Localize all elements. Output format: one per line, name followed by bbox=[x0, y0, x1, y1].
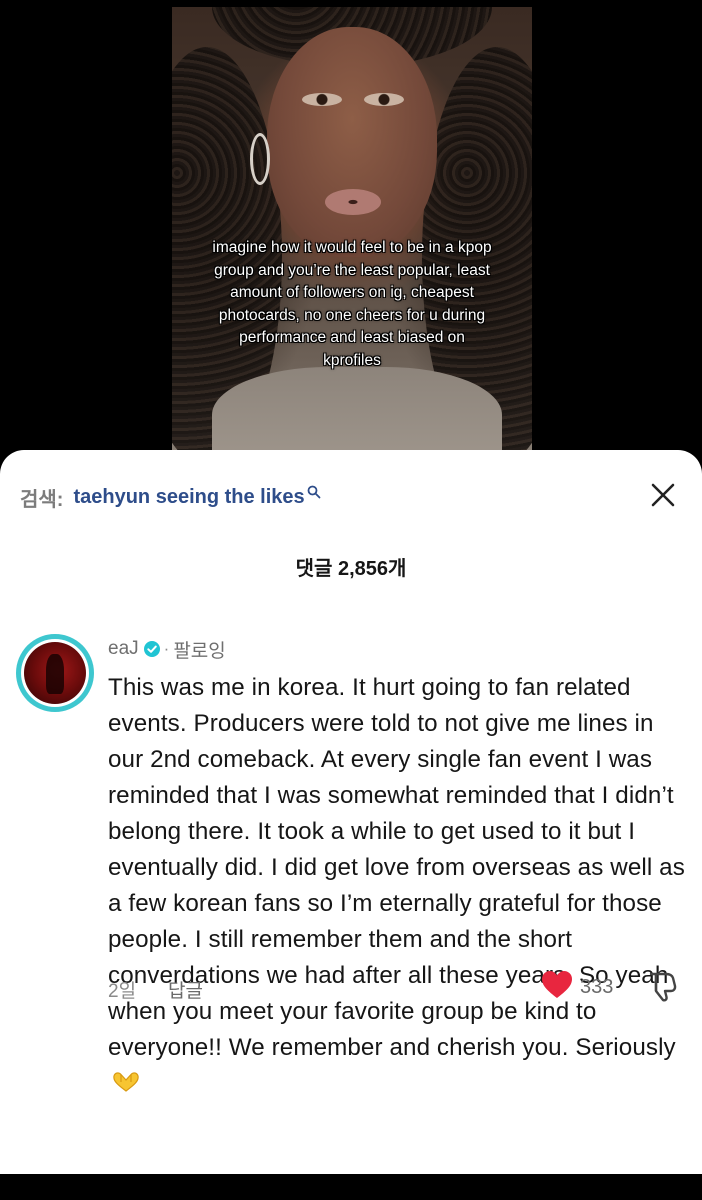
lips-shape bbox=[325, 189, 381, 215]
comment-actions: 2일 답글 333 bbox=[0, 966, 702, 1010]
search-icon bbox=[307, 485, 321, 499]
heart-icon[interactable] bbox=[540, 968, 574, 1002]
video-caption: imagine how it would feel to be in a kpo… bbox=[212, 239, 492, 369]
comment-body: eaJ · 팔로잉 This was me in korea. It hurt … bbox=[108, 634, 686, 1102]
avatar-image bbox=[24, 642, 86, 704]
shirt-shape bbox=[212, 367, 502, 454]
comment-count-title: 댓글 2,856개 bbox=[295, 558, 407, 580]
close-icon[interactable] bbox=[648, 480, 678, 510]
avatar-border bbox=[21, 639, 89, 707]
comment-text: This was me in korea. It hurt going to f… bbox=[108, 670, 686, 1102]
author-row: eaJ · 팔로잉 bbox=[108, 636, 686, 662]
eye-shape bbox=[364, 93, 404, 106]
comment-time: 2일 bbox=[108, 981, 137, 1002]
video-player[interactable]: imagine how it would feel to be in a kpo… bbox=[172, 7, 532, 454]
earring-shape bbox=[250, 133, 270, 185]
screen: imagine how it would feel to be in a kpo… bbox=[0, 0, 702, 1200]
like-count: 333 bbox=[580, 976, 614, 998]
reply-button[interactable]: 답글 bbox=[168, 976, 203, 1003]
search-prefix: 검색: bbox=[20, 488, 64, 511]
face-shape bbox=[267, 27, 437, 257]
search-suggestion[interactable]: 검색: taehyun seeing the likes bbox=[20, 480, 321, 514]
comments-sheet: 검색: taehyun seeing the likes 댓글 2,856개 e… bbox=[0, 450, 702, 1200]
comment-author[interactable]: eaJ bbox=[108, 638, 139, 660]
follow-status[interactable]: 팔로잉 bbox=[173, 636, 225, 663]
thumbs-down-icon[interactable] bbox=[644, 966, 682, 1004]
heart-hands-icon bbox=[113, 1072, 139, 1092]
eye-shape bbox=[302, 93, 342, 106]
separator-dot: · bbox=[163, 639, 170, 658]
search-query-link[interactable]: taehyun seeing the likes bbox=[73, 486, 304, 509]
bottom-bar bbox=[0, 1174, 702, 1200]
verified-badge-icon bbox=[143, 641, 160, 657]
avatar[interactable] bbox=[16, 634, 94, 712]
